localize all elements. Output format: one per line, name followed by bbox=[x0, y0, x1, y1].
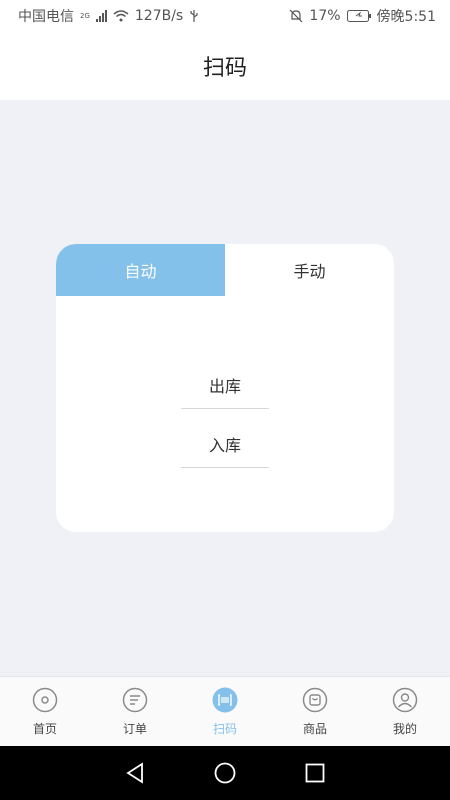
usb-icon bbox=[190, 10, 198, 22]
tab-auto[interactable]: 自动 bbox=[56, 244, 225, 296]
status-left: 中国电信 2G 127B/s bbox=[18, 6, 199, 26]
network-type: 2G bbox=[80, 12, 90, 20]
outbound-button[interactable]: 出库 bbox=[181, 361, 269, 409]
carrier-name: 中国电信 bbox=[18, 9, 74, 25]
scan-mode-card: 自动 手动 出库 入库 bbox=[56, 244, 394, 532]
home-button[interactable] bbox=[211, 759, 239, 787]
signal-icon bbox=[95, 10, 107, 22]
mode-tabs: 自动 手动 bbox=[56, 244, 394, 296]
tabbar-item-home[interactable]: 首页 bbox=[0, 677, 90, 746]
back-button[interactable] bbox=[121, 759, 149, 787]
wifi-icon bbox=[113, 10, 129, 22]
recents-button[interactable] bbox=[301, 759, 329, 787]
tabbar-item-orders[interactable]: 订单 bbox=[90, 677, 180, 746]
tabbar-label: 订单 bbox=[122, 722, 147, 736]
back-triangle-icon bbox=[126, 762, 143, 784]
tab-manual[interactable]: 手动 bbox=[225, 244, 394, 296]
battery-icon bbox=[346, 10, 371, 22]
bottom-tab-bar: 首页 订单 扫码 商品 我的 bbox=[0, 676, 450, 746]
home-circle-icon bbox=[214, 762, 236, 784]
recents-square-icon bbox=[305, 763, 325, 783]
tabbar-label: 首页 bbox=[32, 722, 57, 736]
page-header: 扫码 bbox=[0, 32, 450, 100]
status-bar: 中国电信 2G 127B/s 17% 傍晚5:51 bbox=[0, 0, 450, 32]
system-nav-bar bbox=[0, 746, 450, 800]
scan-icon bbox=[212, 687, 238, 713]
battery-percent: 17% bbox=[309, 8, 341, 24]
order-list-icon bbox=[122, 687, 148, 713]
clock: 傍晚5:51 bbox=[376, 9, 436, 25]
user-icon bbox=[392, 687, 418, 713]
network-speed: 127B/s bbox=[134, 8, 184, 24]
tabbar-item-scan[interactable]: 扫码 bbox=[180, 677, 270, 746]
goods-icon bbox=[302, 687, 328, 713]
tabbar-item-mine[interactable]: 我的 bbox=[360, 677, 450, 746]
page-title: 扫码 bbox=[202, 56, 247, 81]
mute-bell-icon bbox=[289, 9, 303, 23]
tabbar-label: 扫码 bbox=[212, 722, 237, 736]
status-right: 17% 傍晚5:51 bbox=[289, 6, 436, 26]
tabbar-label: 我的 bbox=[392, 722, 417, 736]
tabbar-item-goods[interactable]: 商品 bbox=[270, 677, 360, 746]
inbound-button[interactable]: 入库 bbox=[181, 420, 269, 468]
home-disc-icon bbox=[32, 687, 58, 713]
tabbar-label: 商品 bbox=[302, 722, 327, 736]
